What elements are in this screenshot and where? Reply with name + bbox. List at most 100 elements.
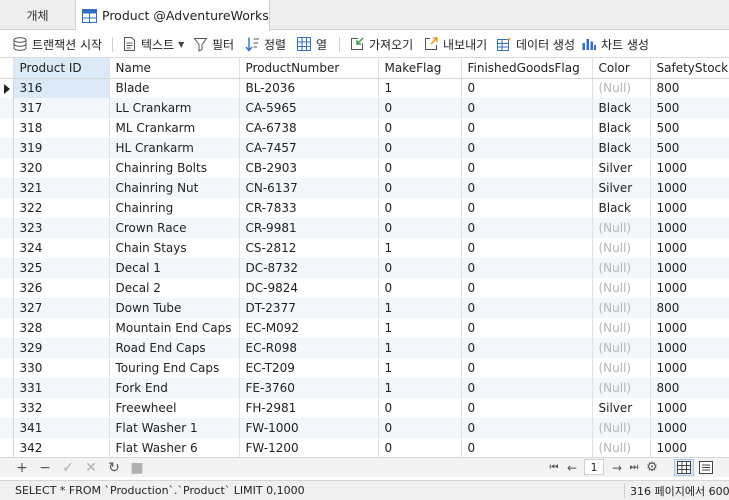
row-marker[interactable] <box>0 298 14 318</box>
tab-objects[interactable]: 개체 <box>0 0 76 30</box>
table-row[interactable]: 320 Chainring Bolts CB-2903 0 0 Silver 1000 <box>0 158 729 178</box>
row-marker[interactable] <box>0 278 14 298</box>
table-cell[interactable]: Black <box>592 98 651 118</box>
table-cell[interactable]: BL-2036 <box>239 78 379 98</box>
filter-button[interactable]: 필터 <box>193 31 234 57</box>
table-cell[interactable]: 327 <box>13 298 110 318</box>
table-cell[interactable]: CA-6738 <box>239 118 379 138</box>
table-cell[interactable]: 0 <box>461 318 593 338</box>
table-cell[interactable]: 0 <box>378 198 462 218</box>
table-cell[interactable]: ML Crankarm <box>109 118 240 138</box>
table-row[interactable]: 316 Blade BL-2036 1 0 (Null) 800 <box>0 78 729 98</box>
table-cell[interactable]: (Null) <box>592 258 651 278</box>
column-header[interactable]: MakeFlag <box>378 58 462 79</box>
row-marker[interactable] <box>0 118 14 138</box>
table-cell[interactable]: 800 <box>650 78 729 98</box>
table-cell[interactable]: CN-6137 <box>239 178 379 198</box>
table-cell[interactable]: Blade <box>109 78 240 98</box>
table-cell[interactable]: 0 <box>461 118 593 138</box>
table-cell[interactable]: (Null) <box>592 278 651 298</box>
table-cell[interactable]: 0 <box>461 158 593 178</box>
table-cell[interactable]: Chain Stays <box>109 238 240 258</box>
table-cell[interactable]: DT-2377 <box>239 298 379 318</box>
table-cell[interactable]: Crown Race <box>109 218 240 238</box>
column-header[interactable]: Name <box>109 58 240 79</box>
table-cell[interactable]: 1000 <box>650 418 729 438</box>
table-cell[interactable]: 1 <box>378 298 462 318</box>
table-cell[interactable]: (Null) <box>592 338 651 358</box>
table-cell[interactable]: Touring End Caps <box>109 358 240 378</box>
table-cell[interactable]: 320 <box>13 158 110 178</box>
stop-icon[interactable]: ■ <box>128 458 146 477</box>
table-cell[interactable]: 331 <box>13 378 110 398</box>
table-cell[interactable]: 0 <box>378 438 462 457</box>
table-cell[interactable]: 0 <box>461 398 593 418</box>
table-cell[interactable]: 0 <box>461 198 593 218</box>
table-row[interactable]: 332 Freewheel FH-2981 0 0 Silver 1000 <box>0 398 729 418</box>
delete-record-button[interactable]: − <box>36 458 54 477</box>
sort-button[interactable]: 정렬 <box>245 31 286 57</box>
table-row[interactable]: 329 Road End Caps EC-R098 1 0 (Null) 1000 <box>0 338 729 358</box>
table-cell[interactable]: 341 <box>13 418 110 438</box>
table-cell[interactable]: 1 <box>378 338 462 358</box>
begin-transaction-button[interactable]: 트랜잭션 시작 <box>12 31 102 57</box>
table-cell[interactable]: EC-T209 <box>239 358 379 378</box>
column-header[interactable]: FinishedGoodsFlag <box>461 58 593 79</box>
table-cell[interactable]: 500 <box>650 118 729 138</box>
table-cell[interactable]: CR-7833 <box>239 198 379 218</box>
create-chart-button[interactable]: 차트 생성 <box>581 31 649 57</box>
table-cell[interactable]: 0 <box>461 378 593 398</box>
table-cell[interactable]: Silver <box>592 398 651 418</box>
table-cell[interactable]: Freewheel <box>109 398 240 418</box>
table-cell[interactable]: 0 <box>378 158 462 178</box>
row-marker[interactable] <box>0 438 14 457</box>
table-row[interactable]: 325 Decal 1 DC-8732 0 0 (Null) 1000 <box>0 258 729 278</box>
row-marker[interactable] <box>0 418 14 438</box>
table-cell[interactable]: 0 <box>461 78 593 98</box>
table-row[interactable]: 321 Chainring Nut CN-6137 0 0 Silver 1000 <box>0 178 729 198</box>
table-cell[interactable]: 0 <box>461 218 593 238</box>
table-row[interactable]: 326 Decal 2 DC-9824 0 0 (Null) 1000 <box>0 278 729 298</box>
table-cell[interactable]: 0 <box>378 218 462 238</box>
row-marker[interactable] <box>0 198 14 218</box>
row-marker[interactable] <box>0 358 14 378</box>
table-row[interactable]: 341 Flat Washer 1 FW-1000 0 0 (Null) 1000 <box>0 418 729 438</box>
table-cell[interactable]: 0 <box>378 418 462 438</box>
table-row[interactable]: 317 LL Crankarm CA-5965 0 0 Black 500 <box>0 98 729 118</box>
row-marker[interactable] <box>0 238 14 258</box>
table-cell[interactable]: 1 <box>378 378 462 398</box>
table-cell[interactable]: Fork End <box>109 378 240 398</box>
table-cell[interactable]: (Null) <box>592 238 651 258</box>
table-cell[interactable]: 1000 <box>650 178 729 198</box>
table-cell[interactable]: (Null) <box>592 438 651 457</box>
row-marker[interactable] <box>0 318 14 338</box>
row-marker[interactable] <box>0 398 14 418</box>
table-cell[interactable]: (Null) <box>592 358 651 378</box>
row-marker[interactable] <box>0 378 14 398</box>
table-cell[interactable]: 0 <box>461 278 593 298</box>
row-marker[interactable] <box>0 98 14 118</box>
refresh-icon[interactable]: ↻ <box>105 458 123 477</box>
table-cell[interactable]: 0 <box>461 358 593 378</box>
table-cell[interactable]: EC-M092 <box>239 318 379 338</box>
table-cell[interactable]: DC-9824 <box>239 278 379 298</box>
table-cell[interactable]: Decal 2 <box>109 278 240 298</box>
column-header[interactable]: Color <box>592 58 651 79</box>
data-grid[interactable]: Product ID Name ProductNumber MakeFlag Finis… <box>0 57 729 457</box>
table-cell[interactable]: 1000 <box>650 238 729 258</box>
table-cell[interactable]: 0 <box>378 118 462 138</box>
table-cell[interactable]: Silver <box>592 178 651 198</box>
table-cell[interactable]: (Null) <box>592 218 651 238</box>
table-cell[interactable]: EC-R098 <box>239 338 379 358</box>
generate-data-button[interactable]: 데이터 생성 <box>496 31 575 57</box>
table-cell[interactable]: 319 <box>13 138 110 158</box>
row-marker[interactable] <box>0 158 14 178</box>
table-cell[interactable]: 0 <box>378 278 462 298</box>
table-cell[interactable]: Flat Washer 1 <box>109 418 240 438</box>
import-button[interactable]: 가져오기 <box>349 31 413 57</box>
table-cell[interactable]: 1000 <box>650 338 729 358</box>
first-page-icon[interactable]: ⏮ <box>546 458 562 477</box>
table-cell[interactable]: 321 <box>13 178 110 198</box>
table-cell[interactable]: 0 <box>378 138 462 158</box>
table-cell[interactable]: 0 <box>461 298 593 318</box>
